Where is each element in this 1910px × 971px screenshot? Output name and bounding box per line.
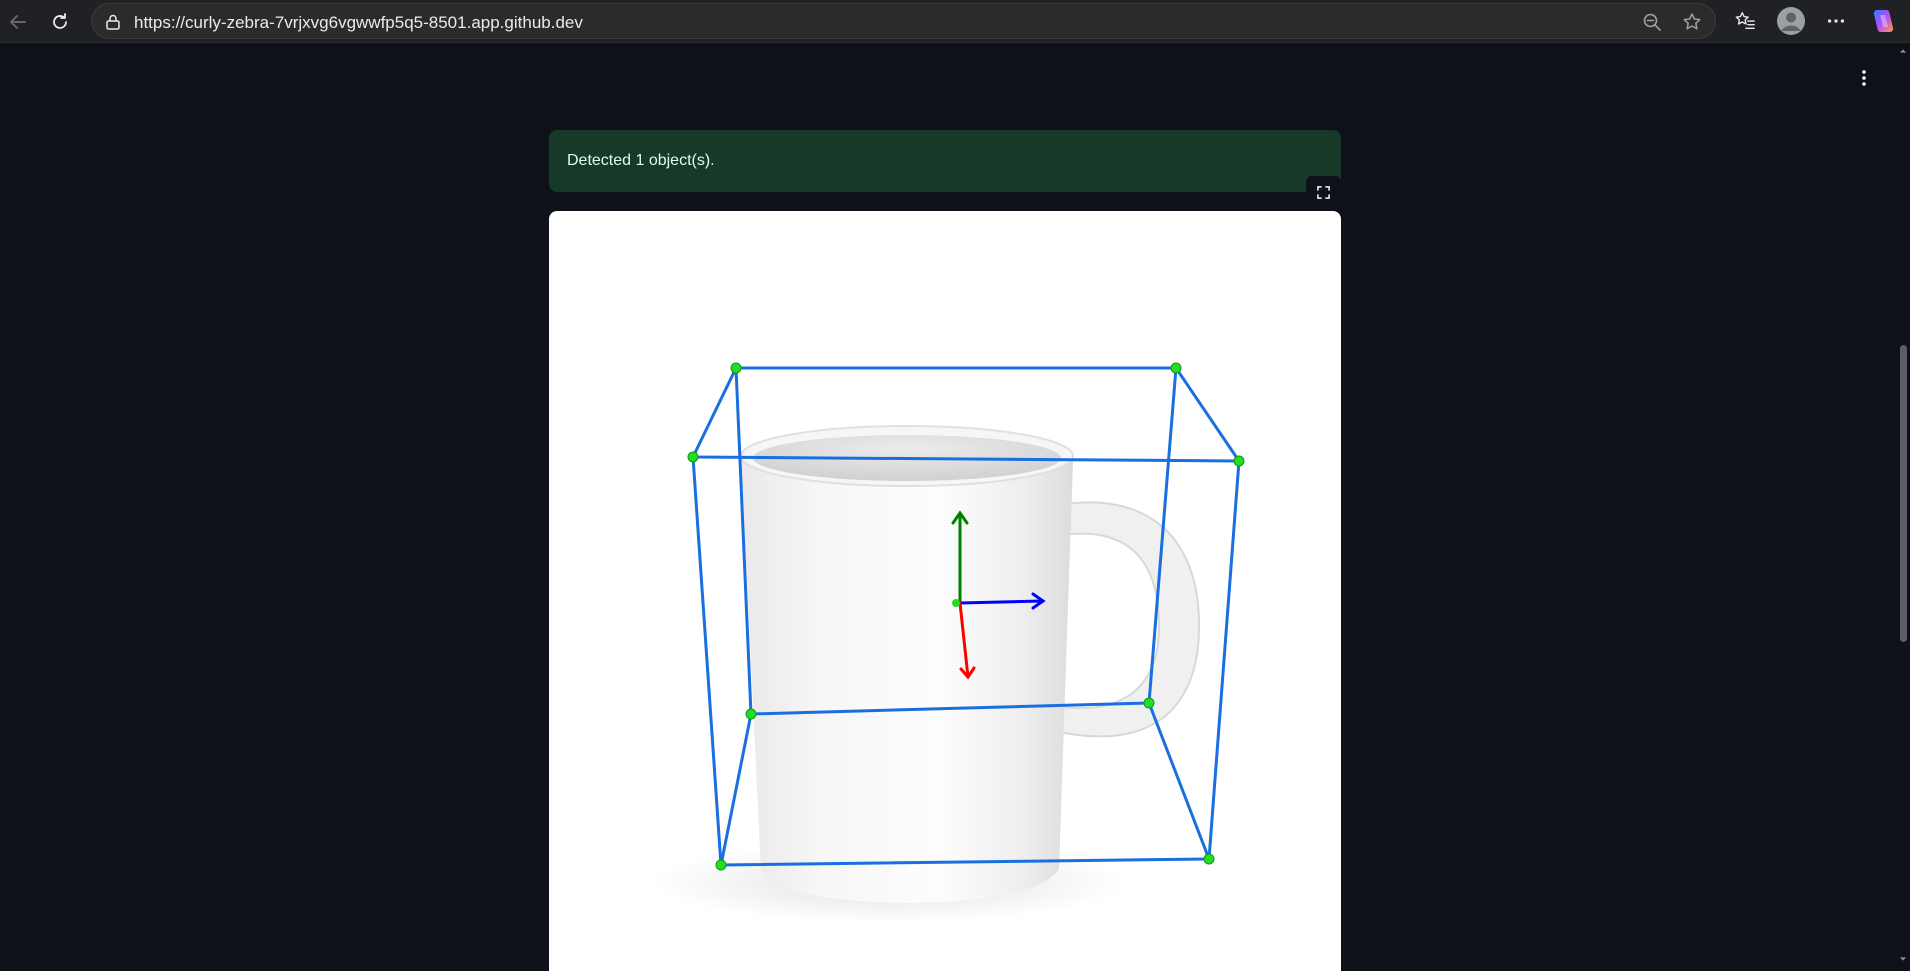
reload-button[interactable] — [45, 7, 75, 37]
profile-button[interactable] — [1776, 6, 1806, 36]
more-horizontal-icon — [1827, 19, 1845, 23]
keypoint — [1203, 853, 1215, 865]
kebab-menu-icon — [1862, 70, 1866, 86]
address-bar[interactable]: https://curly-zebra-7vrjxvg6vgwwfp5q5-85… — [91, 3, 1716, 39]
keypoint — [745, 708, 757, 720]
zoom-out-icon[interactable] — [1642, 12, 1662, 32]
back-button[interactable] — [3, 7, 33, 37]
keypoint — [1143, 697, 1155, 709]
app-main: Detected 1 object(s). — [0, 44, 1910, 971]
url-text[interactable]: https://curly-zebra-7vrjxvg6vgwwfp5q5-85… — [134, 13, 583, 33]
keypoint — [715, 859, 727, 871]
copilot-button[interactable] — [1869, 7, 1897, 35]
keypoint — [1233, 455, 1245, 467]
fullscreen-button[interactable] — [1306, 176, 1341, 208]
copilot-icon — [1873, 10, 1894, 32]
keypoint — [1170, 362, 1182, 374]
fullscreen-icon — [1317, 185, 1330, 199]
scrollbar-thumb[interactable] — [1900, 345, 1907, 642]
alert-message: Detected 1 object(s). — [567, 152, 715, 169]
detection-result-image — [549, 211, 1341, 971]
mug-body — [741, 456, 1073, 903]
favorites-button[interactable] — [1733, 9, 1757, 33]
pose-origin — [952, 599, 960, 607]
reload-icon — [53, 13, 67, 29]
star-icon[interactable] — [1682, 12, 1702, 32]
main-menu-button[interactable] — [1854, 68, 1874, 88]
mug-handle — [1054, 501, 1201, 738]
annotated-mug-image — [649, 362, 1245, 923]
keypoint — [730, 362, 742, 374]
scroll-down-icon[interactable] — [1898, 954, 1908, 964]
arrow-left-icon — [10, 15, 26, 29]
success-alert: Detected 1 object(s). — [549, 130, 1341, 192]
browser-toolbar: https://curly-zebra-7vrjxvg6vgwwfp5q5-85… — [0, 0, 1910, 43]
favorites-icon — [1735, 12, 1755, 30]
more-options-button[interactable] — [1824, 9, 1848, 33]
keypoint — [687, 451, 699, 463]
site-info-icon[interactable] — [104, 13, 122, 31]
profile-avatar-icon — [1777, 7, 1805, 35]
scroll-up-icon[interactable] — [1898, 46, 1908, 56]
